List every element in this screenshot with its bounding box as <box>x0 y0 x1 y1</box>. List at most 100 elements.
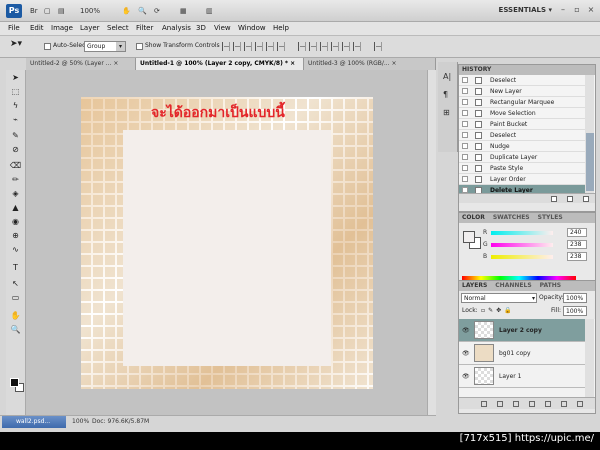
layer-row-selected[interactable]: 👁 Layer 2 copy <box>459 319 585 342</box>
taskbar-button[interactable]: wall2.psd... <box>2 416 66 428</box>
menu-3d[interactable]: 3D <box>196 24 206 32</box>
align-left-icon[interactable] <box>255 42 263 51</box>
eyedropper-tool-icon[interactable]: ⊘ <box>9 144 22 155</box>
maximize-button[interactable]: ▫ <box>572 5 582 15</box>
tab-untitled-1[interactable]: Untitled-1 @ 100% (Layer 2 copy, CMYK/8)… <box>136 58 304 70</box>
eraser-tool-icon[interactable]: ◉ <box>9 216 22 227</box>
menu-window[interactable]: Window <box>238 24 266 32</box>
dodge-tool-icon[interactable]: ∿ <box>9 244 22 255</box>
hand-tool-icon[interactable]: ✋ <box>9 310 22 321</box>
new-layer-icon[interactable] <box>561 401 567 407</box>
shape-tool-icon[interactable]: ▭ <box>9 292 22 303</box>
history-item[interactable]: Nudge <box>459 141 585 152</box>
lock-icons[interactable]: ▫✎✥🔒 <box>481 307 515 314</box>
document-canvas[interactable]: จะได้ออกมาเป็นแบบนี้ <box>81 97 373 389</box>
new-group-icon[interactable] <box>545 401 551 407</box>
type-tool-icon[interactable]: T <box>9 262 22 273</box>
blend-mode-dropdown[interactable]: Normal ▾ <box>461 293 537 303</box>
healing-brush-icon[interactable]: ⌫ <box>9 160 22 171</box>
marquee-tool-icon[interactable]: ⬚ <box>9 86 22 97</box>
hand-icon[interactable]: ✋ <box>122 5 131 17</box>
path-select-tool-icon[interactable]: ↖ <box>9 278 22 289</box>
paragraph-panel-icon[interactable]: ¶ <box>443 90 448 99</box>
distribute-bottom-icon[interactable] <box>320 42 329 51</box>
delete-layer-icon[interactable] <box>577 401 583 407</box>
distribute-top-icon[interactable] <box>298 42 307 51</box>
menu-file[interactable]: File <box>8 24 20 32</box>
menu-edit[interactable]: Edit <box>30 24 44 32</box>
layer-style-icon[interactable] <box>497 401 503 407</box>
clone-stamp-icon[interactable]: ◈ <box>9 188 22 199</box>
tab-untitled-3[interactable]: Untitled-3 @ 100% (RGB/... × <box>304 58 436 70</box>
opacity-input[interactable]: 100% <box>563 293 587 303</box>
auto-select-dropdown[interactable]: Group ▾ <box>84 41 126 52</box>
gradient-tool-icon[interactable]: ⊕ <box>9 230 22 241</box>
tab-color[interactable]: COLOR <box>462 214 485 221</box>
visibility-eye-icon[interactable]: 👁 <box>462 373 470 380</box>
align-hcenter-icon[interactable] <box>266 42 274 51</box>
close-button[interactable]: × <box>586 5 596 15</box>
history-item[interactable]: Duplicate Layer <box>459 152 585 163</box>
history-item[interactable]: Deselect <box>459 130 585 141</box>
foreground-color-swatch[interactable] <box>10 378 19 387</box>
fill-input[interactable]: 100% <box>563 306 587 316</box>
character-panel-icon[interactable]: A| <box>443 72 451 81</box>
link-layers-icon[interactable] <box>481 401 487 407</box>
green-value[interactable]: 238 <box>567 240 587 249</box>
new-snapshot-icon[interactable] <box>567 196 573 202</box>
history-scroll-thumb[interactable] <box>586 133 594 191</box>
brush-tool-icon[interactable]: ✏ <box>9 174 22 185</box>
history-item[interactable]: New Layer <box>459 86 585 97</box>
tab-styles[interactable]: STYLES <box>538 214 563 221</box>
close-icon[interactable]: × <box>290 60 295 67</box>
show-transform-checkbox[interactable] <box>136 43 143 50</box>
distribute-left-icon[interactable] <box>331 42 340 51</box>
tab-paths[interactable]: PATHS <box>540 282 561 289</box>
close-icon[interactable]: × <box>113 60 118 67</box>
workspace-switcher[interactable]: ESSENTIALS ▾ <box>499 6 552 14</box>
menu-layer[interactable]: Layer <box>80 24 100 32</box>
align-bottom-icon[interactable] <box>244 42 252 51</box>
red-value[interactable]: 240 <box>567 228 587 237</box>
zoom-icon[interactable]: 🔍 <box>138 5 147 17</box>
history-item[interactable]: Rectangular Marquee <box>459 97 585 108</box>
distribute-right-icon[interactable] <box>353 42 362 51</box>
brushes-panel-icon[interactable]: ⊞ <box>443 108 450 117</box>
history-item[interactable]: Paint Bucket <box>459 119 585 130</box>
canvas-vertical-scrollbar[interactable] <box>427 70 436 415</box>
screen-mode-icon[interactable]: ▥ <box>206 5 213 17</box>
bridge-icon[interactable]: Br <box>30 5 38 17</box>
layer-row[interactable]: 👁 Layer 1 <box>459 365 585 388</box>
distribute-vcenter-icon[interactable] <box>309 42 318 51</box>
add-mask-icon[interactable] <box>513 401 519 407</box>
history-brush-icon[interactable]: ▲ <box>9 202 22 213</box>
history-item[interactable]: Layer Order <box>459 174 585 185</box>
tab-layers[interactable]: LAYERS <box>462 282 487 289</box>
delete-state-icon[interactable] <box>583 196 589 202</box>
align-right-icon[interactable] <box>277 42 285 51</box>
menu-view[interactable]: View <box>214 24 231 32</box>
layers-scrollbar[interactable] <box>585 319 594 397</box>
arrange-documents-icon[interactable]: ▦ <box>180 5 187 17</box>
move-tool-icon[interactable]: ➤▾ <box>10 39 22 49</box>
snapshot-from-state-icon[interactable] <box>551 196 557 202</box>
auto-select-checkbox[interactable] <box>44 43 51 50</box>
history-item[interactable]: Paste Style <box>459 163 585 174</box>
history-item[interactable]: Deselect <box>459 75 585 86</box>
align-top-icon[interactable] <box>222 42 230 51</box>
tab-swatches[interactable]: SWATCHES <box>493 214 530 221</box>
distribute-hcenter-icon[interactable] <box>342 42 351 51</box>
crop-tool-icon[interactable]: ✎ <box>9 130 22 141</box>
lasso-tool-icon[interactable]: ϟ <box>9 100 22 111</box>
rotate-view-icon[interactable]: ⟳ <box>154 5 160 17</box>
quick-select-tool-icon[interactable]: ⌁ <box>9 114 22 125</box>
visibility-eye-icon[interactable]: 👁 <box>462 327 470 334</box>
zoom-tool-icon[interactable]: 🔍 <box>9 324 22 335</box>
align-vcenter-icon[interactable] <box>233 42 241 51</box>
mini-bridge-icon[interactable]: ▢ <box>44 5 51 17</box>
menu-select[interactable]: Select <box>107 24 129 32</box>
history-item[interactable]: Move Selection <box>459 108 585 119</box>
menu-help[interactable]: Help <box>273 24 289 32</box>
menu-image[interactable]: Image <box>51 24 73 32</box>
close-icon[interactable]: × <box>392 60 397 67</box>
